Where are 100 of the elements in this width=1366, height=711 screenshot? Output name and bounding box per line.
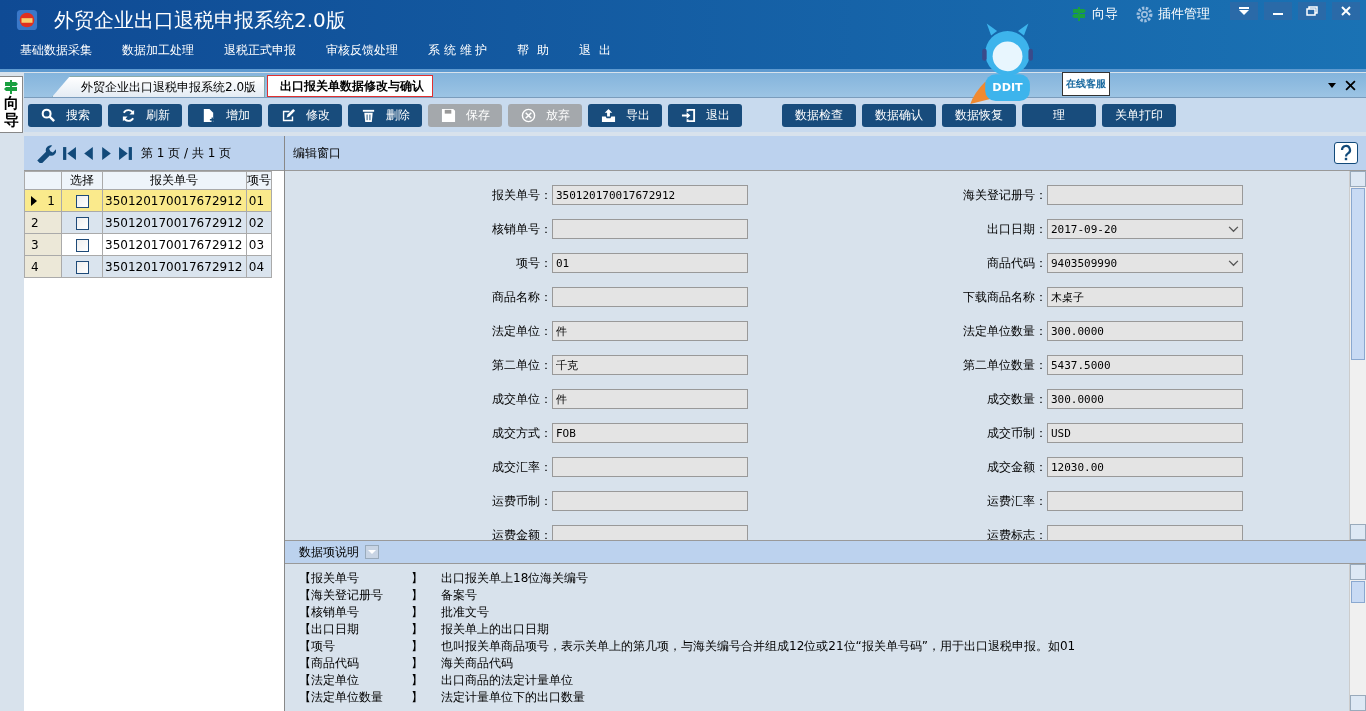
dropdown-field[interactable]: 9403509990: [1047, 253, 1243, 273]
guide-link[interactable]: 向导: [1071, 5, 1118, 23]
toolbar-button[interactable]: 理: [1022, 103, 1096, 127]
toolbar-button[interactable]: 数据恢复: [942, 103, 1016, 127]
previous-page-icon[interactable]: [83, 145, 94, 161]
field-label: 运费币制：: [491, 492, 552, 510]
input-field[interactable]: [1047, 491, 1243, 511]
input-field[interactable]: 01: [552, 253, 748, 273]
signpost-icon: [3, 79, 19, 95]
scrollbar[interactable]: [1349, 564, 1366, 711]
column-header: 项号: [246, 171, 272, 190]
field-label: 核销单号：: [491, 220, 552, 238]
table-cell: 350120170017672912: [102, 233, 247, 256]
input-field[interactable]: 350120170017672912: [552, 185, 748, 205]
term-label: 【出口日期: [299, 621, 360, 638]
menu-item[interactable]: 数据加工处理: [122, 41, 194, 59]
input-field[interactable]: [1047, 525, 1243, 540]
menu-item[interactable]: 基础数据采集: [20, 41, 92, 59]
current-row-icon: [31, 195, 37, 206]
settings-icon: [1136, 5, 1153, 23]
term-label: 【法定单位数量: [299, 689, 384, 706]
field-label: 成交金额：: [986, 458, 1047, 476]
input-field[interactable]: 300.0000: [1047, 321, 1243, 341]
toolbar-button[interactable]: 关单打印: [1102, 103, 1176, 127]
input-field[interactable]: USD: [1047, 423, 1243, 443]
dropdown-button[interactable]: [1230, 2, 1258, 20]
edit-button[interactable]: 修改: [268, 103, 342, 127]
checkbox[interactable]: [75, 194, 89, 208]
export-button[interactable]: 导出: [588, 103, 662, 127]
grid-row[interactable]: 1 350120170017672912 01: [24, 189, 272, 212]
grid-row[interactable]: 2 350120170017672912 02: [24, 211, 272, 234]
exit-button[interactable]: 退出: [668, 103, 742, 127]
close-icon[interactable]: [1345, 79, 1356, 91]
toolbar-button[interactable]: 数据检查: [782, 103, 856, 127]
guide-tab[interactable]: 向导: [0, 76, 23, 133]
bracket: 】: [411, 604, 424, 621]
input-field[interactable]: 件: [552, 389, 748, 409]
plugins-link[interactable]: 插件管理: [1136, 5, 1210, 23]
field-label: 商品名称：: [491, 288, 552, 306]
input-field[interactable]: FOB: [552, 423, 748, 443]
row-number: 2: [31, 215, 39, 230]
exit-icon: [680, 107, 696, 123]
toolbar-button[interactable]: 数据确认: [862, 103, 936, 127]
input-field[interactable]: 300.0000: [1047, 389, 1243, 409]
term-description: 备案号: [441, 587, 477, 604]
cancel-icon: [520, 107, 536, 123]
refresh-button[interactable]: 刷新: [108, 103, 182, 127]
table-cell: 350120170017672912: [102, 255, 247, 278]
menu-item[interactable]: 帮 助: [517, 41, 550, 59]
last-page-icon[interactable]: [119, 145, 132, 161]
menu-item[interactable]: 系 统 维 护: [428, 41, 488, 59]
restore-icon: [1306, 6, 1318, 16]
field-label: 法定单位：: [491, 322, 552, 340]
menu-item[interactable]: 审核反馈处理: [326, 41, 398, 59]
next-page-icon[interactable]: [101, 145, 112, 161]
checkbox[interactable]: [75, 260, 89, 274]
menu-item[interactable]: 退税正式申报: [224, 41, 296, 59]
field-label: 商品代码：: [986, 254, 1047, 272]
minimize-icon: [1273, 13, 1283, 15]
help-button[interactable]: [1334, 142, 1358, 164]
row-number: 4: [31, 259, 39, 274]
input-field[interactable]: [1047, 185, 1243, 205]
guide-label: 向导: [3, 95, 19, 128]
table-cell: 350120170017672912: [102, 189, 247, 212]
tab[interactable]: 外贸企业出口退税申报系统2.0版: [52, 76, 266, 97]
online-service-sign[interactable]: 在线客服: [1062, 72, 1110, 96]
menu-item[interactable]: 退 出: [579, 41, 611, 59]
input-field[interactable]: [552, 491, 748, 511]
grid-row[interactable]: 4 350120170017672912 04: [24, 255, 272, 278]
field-label: 第二单位数量：: [962, 356, 1047, 374]
dropdown-field[interactable]: 2017-09-20: [1047, 219, 1243, 239]
input-field[interactable]: [552, 287, 748, 307]
trash-icon: [360, 107, 376, 123]
input-field[interactable]: 件: [552, 321, 748, 341]
term-description: 也叫报关单商品项号，表示关单上的第几项，与海关编号合并组成12位或21位“报关单号码”，用于出口退税申报。如01: [441, 638, 1076, 655]
signpost-icon: [1071, 6, 1087, 22]
minimize-button[interactable]: [1264, 2, 1292, 20]
field-label: 成交单位：: [491, 390, 552, 408]
input-field[interactable]: [552, 457, 748, 477]
input-field[interactable]: [552, 525, 748, 540]
input-field[interactable]: 木桌子: [1047, 287, 1243, 307]
first-page-icon[interactable]: [63, 145, 76, 161]
wrench-icon[interactable]: [36, 143, 56, 163]
row-number: 3: [31, 237, 39, 252]
input-field[interactable]: 12030.00: [1047, 457, 1243, 477]
chevron-down-icon: [1228, 225, 1239, 233]
restore-button[interactable]: [1298, 2, 1326, 20]
tab[interactable]: 出口报关单数据修改与确认: [267, 75, 434, 97]
search-button[interactable]: 搜索: [28, 103, 102, 127]
input-field[interactable]: 千克: [552, 355, 748, 375]
close-button[interactable]: [1332, 2, 1360, 20]
delete-button[interactable]: 删除: [348, 103, 422, 127]
scrollbar[interactable]: [1349, 171, 1366, 540]
input-field[interactable]: 5437.5000: [1047, 355, 1243, 375]
search-icon: [40, 107, 56, 123]
grid-row[interactable]: 3 350120170017672912 03: [24, 233, 272, 256]
checkbox[interactable]: [75, 216, 89, 230]
checkbox[interactable]: [75, 238, 89, 252]
add-button[interactable]: 增加: [188, 103, 262, 127]
input-field[interactable]: [552, 219, 748, 239]
